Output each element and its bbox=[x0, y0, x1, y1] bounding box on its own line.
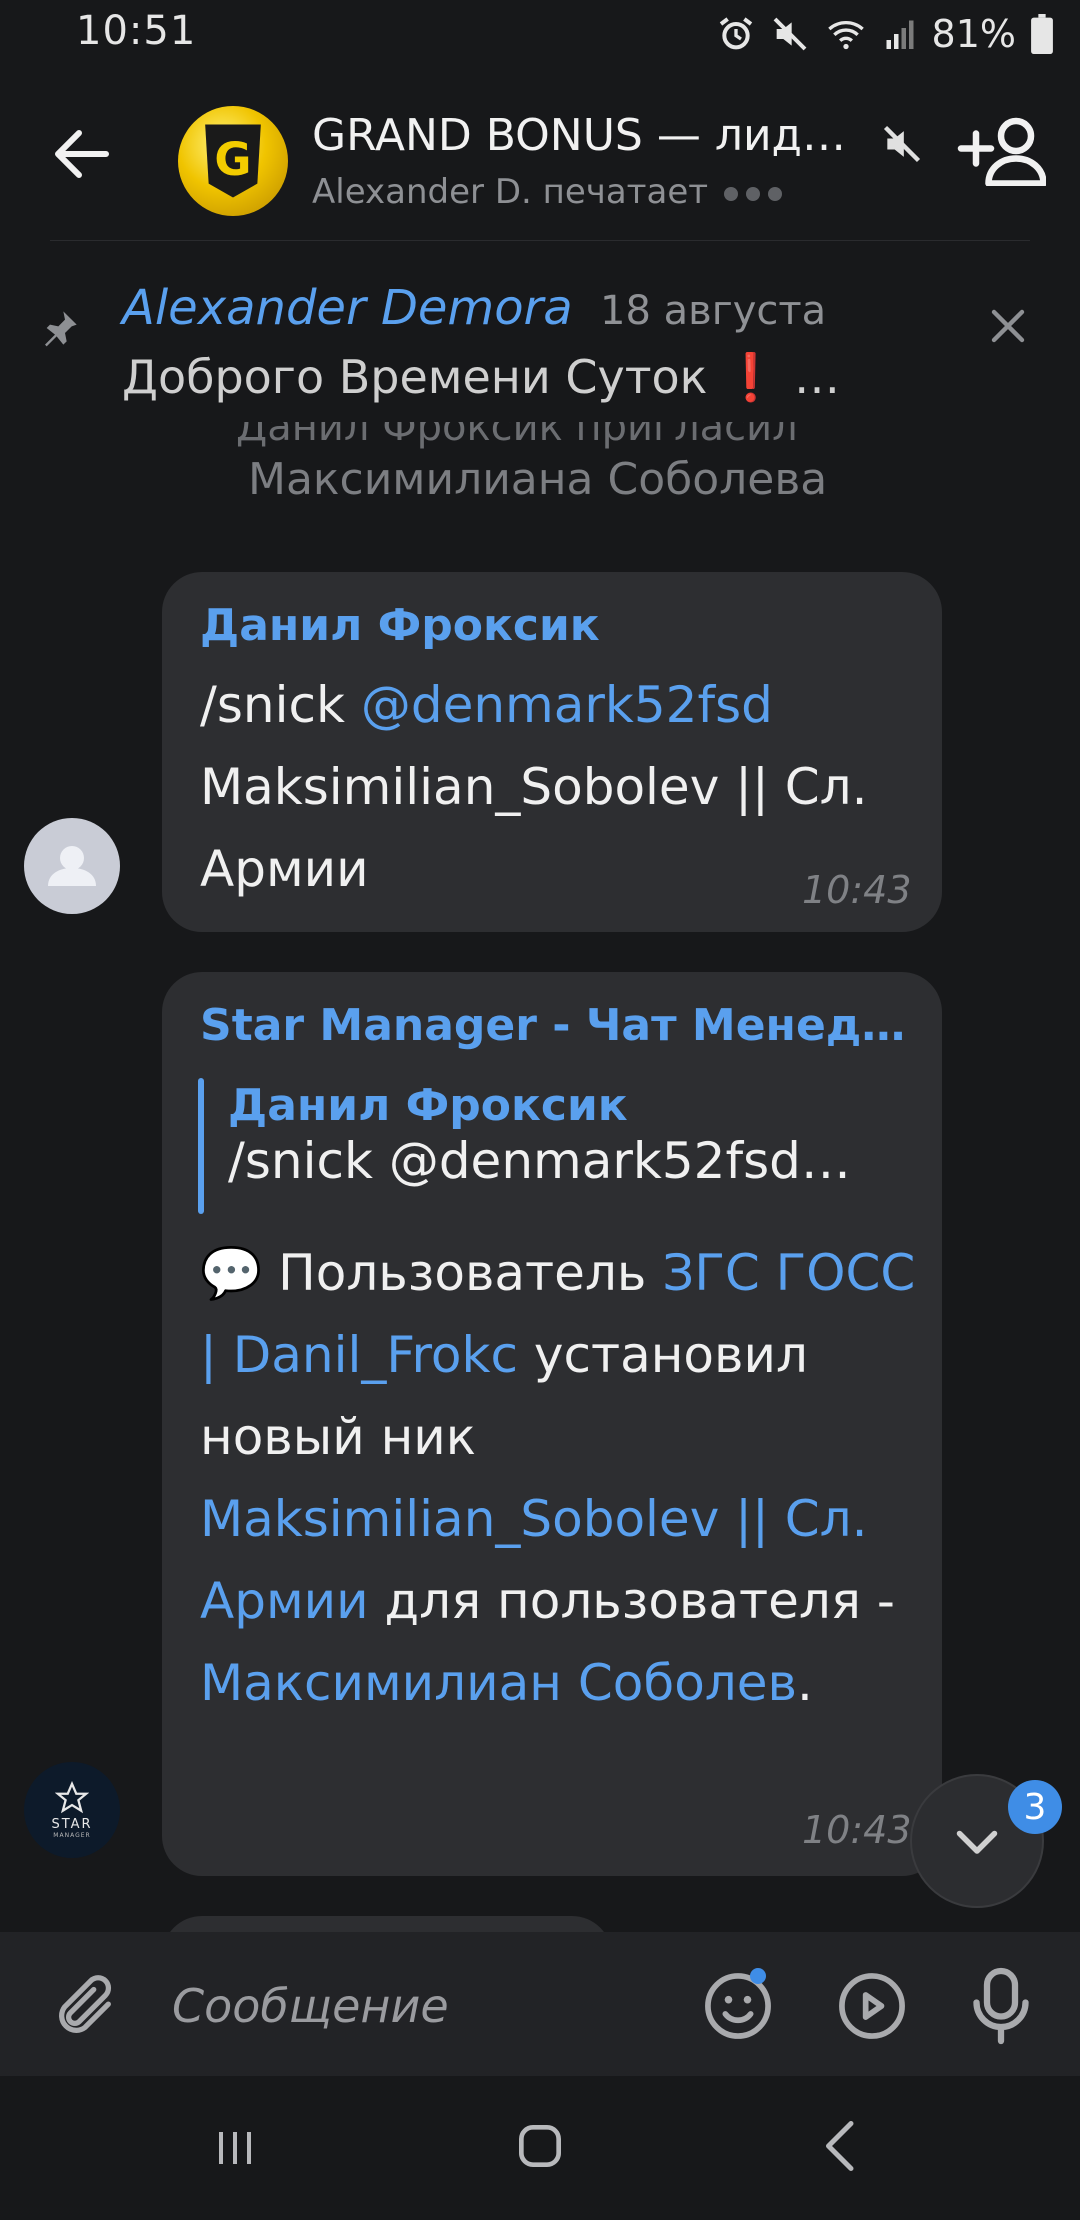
add-member-icon[interactable] bbox=[956, 116, 1046, 186]
pinned-text: Доброго Времени Суток ❗ … bbox=[122, 350, 840, 404]
pinned-message-bar[interactable]: Alexander Demora 18 августа Доброго Врем… bbox=[0, 250, 1080, 420]
message-text-part: для пользователя - bbox=[368, 1572, 895, 1630]
header-divider bbox=[50, 240, 1030, 241]
bot-avatar[interactable]: STAR MANAGER bbox=[24, 1762, 120, 1858]
chat-header: G GRAND BONUS — лидеры… Alexander D. печ… bbox=[0, 70, 1080, 240]
typing-status: Alexander D. печатает bbox=[312, 172, 709, 212]
signal-icon bbox=[886, 20, 914, 49]
nav-back-icon[interactable] bbox=[816, 2116, 866, 2176]
video-message-icon[interactable] bbox=[834, 1968, 910, 2044]
message-bubble[interactable]: Данил Фроксик /snick @denmark52fsd Maksi… bbox=[162, 572, 942, 932]
pinned-date: 18 августа bbox=[600, 288, 827, 334]
wifi-icon bbox=[827, 21, 864, 50]
chat-title[interactable]: GRAND BONUS — лидеры… bbox=[312, 110, 872, 161]
svg-text:G: G bbox=[214, 133, 251, 186]
message-time: 10:43 bbox=[802, 1808, 912, 1852]
message-text: 💬 Пользователь ЗГС ГОСС | Danil_Frokc ус… bbox=[200, 1232, 920, 1724]
user-placeholder-icon bbox=[48, 846, 96, 886]
microphone-icon[interactable] bbox=[966, 1964, 1036, 2048]
star-icon bbox=[55, 1781, 89, 1814]
service-message-line: Максимилиана Соболева bbox=[248, 454, 828, 505]
reply-quote-author[interactable]: Данил Фроксик bbox=[228, 1080, 628, 1131]
recents-icon[interactable] bbox=[210, 2124, 260, 2172]
chat-logo-icon: G bbox=[205, 124, 261, 198]
pin-icon bbox=[45, 311, 77, 347]
message-text-part: Пользователь bbox=[262, 1244, 663, 1302]
message-input-bar bbox=[0, 1932, 1080, 2076]
close-icon[interactable] bbox=[984, 302, 1032, 350]
battery-icon bbox=[1031, 14, 1053, 54]
bot-avatar-sublabel: MANAGER bbox=[53, 1832, 91, 1839]
emoji-notification-dot bbox=[750, 1968, 766, 1984]
chat-subtitle: Alexander D. печатает bbox=[312, 172, 783, 212]
message-sender[interactable]: Star Manager - Чат Менед… bbox=[200, 1000, 920, 1051]
message-input[interactable] bbox=[170, 1972, 674, 2040]
muted-chat-icon bbox=[883, 125, 921, 163]
alarm-icon bbox=[719, 17, 752, 50]
user-link[interactable]: Максимилиан Соболев bbox=[200, 1654, 797, 1712]
typing-dots-icon bbox=[724, 186, 783, 201]
back-arrow-icon[interactable] bbox=[46, 118, 118, 190]
command-text: /snick bbox=[200, 676, 361, 734]
chat-avatar[interactable]: G bbox=[178, 106, 288, 216]
system-nav-bar bbox=[0, 2076, 1080, 2220]
status-icons: 81% bbox=[716, 12, 1054, 56]
reply-quote-bar bbox=[198, 1078, 204, 1214]
message-time: 10:43 bbox=[802, 868, 912, 912]
bot-avatar-label: STAR bbox=[51, 1817, 93, 1832]
mute-icon bbox=[773, 17, 806, 51]
pinned-author: Alexander Demora bbox=[122, 280, 573, 336]
home-icon[interactable] bbox=[512, 2118, 568, 2174]
status-time: 10:51 bbox=[76, 8, 197, 54]
paperclip-icon[interactable] bbox=[50, 1972, 120, 2042]
status-bar: 10:51 81% bbox=[0, 0, 1080, 70]
chevron-down-icon bbox=[956, 1830, 998, 1854]
speech-bubble-icon: 💬 bbox=[200, 1244, 263, 1302]
mention-link[interactable]: @denmark52fsd bbox=[361, 676, 773, 734]
message-sender[interactable]: Данил Фроксик bbox=[200, 600, 600, 651]
reply-quote-text[interactable]: /snick @denmark52fsd… bbox=[228, 1132, 908, 1190]
message-text-part: . bbox=[796, 1654, 813, 1712]
battery-percent: 81% bbox=[931, 12, 1016, 56]
message-text-rest: Maksimilian_Sobolev || Сл. Армии bbox=[200, 758, 868, 898]
message-bubble[interactable]: Star Manager - Чат Менед… Данил Фроксик … bbox=[162, 972, 942, 1876]
user-avatar[interactable] bbox=[24, 818, 120, 914]
unread-count-badge: 3 bbox=[1008, 1780, 1062, 1834]
